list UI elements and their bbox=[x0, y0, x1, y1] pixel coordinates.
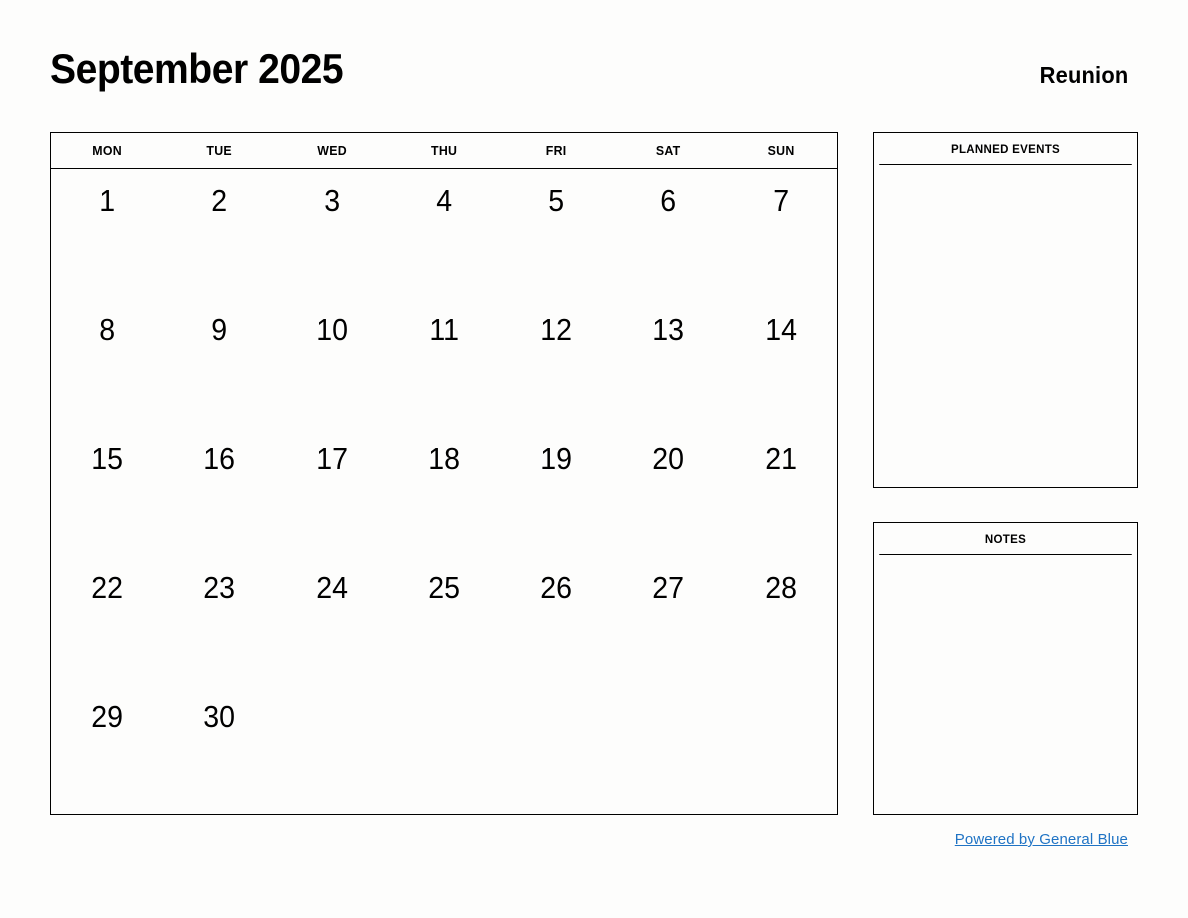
notes-title: NOTES bbox=[879, 523, 1132, 555]
planned-events-panel: PLANNED EVENTS bbox=[873, 132, 1138, 488]
weekday-header-sat: SAT bbox=[656, 143, 681, 158]
day-cell[interactable]: 11 bbox=[392, 298, 495, 427]
day-cell[interactable]: 27 bbox=[617, 556, 720, 685]
day-cell-empty bbox=[617, 685, 720, 814]
week-row: 29 30 bbox=[51, 685, 837, 814]
day-cell[interactable]: 30 bbox=[168, 685, 271, 814]
weekday-header-mon: MON bbox=[92, 143, 122, 158]
day-cell[interactable]: 25 bbox=[392, 556, 495, 685]
day-cell[interactable]: 20 bbox=[617, 427, 720, 556]
calendar-weeks: 1 2 3 4 5 6 7 8 9 10 11 12 13 14 15 16 1… bbox=[51, 169, 837, 814]
day-cell[interactable]: 18 bbox=[392, 427, 495, 556]
planned-events-title: PLANNED EVENTS bbox=[879, 133, 1132, 165]
day-cell[interactable]: 10 bbox=[280, 298, 383, 427]
powered-by-link[interactable]: Powered by General Blue bbox=[955, 831, 1128, 848]
footer: Powered by General Blue bbox=[873, 831, 1128, 849]
day-cell-empty bbox=[280, 685, 383, 814]
day-cell[interactable]: 7 bbox=[729, 169, 832, 298]
notes-panel: NOTES bbox=[873, 522, 1138, 815]
day-cell-empty bbox=[729, 685, 832, 814]
page-header: September 2025 Reunion bbox=[50, 48, 1128, 110]
day-cell[interactable]: 21 bbox=[729, 427, 832, 556]
weekday-header-tue: TUE bbox=[206, 143, 233, 158]
day-cell[interactable]: 4 bbox=[392, 169, 495, 298]
weekday-header-fri: FRI bbox=[545, 143, 567, 158]
page-title: September 2025 bbox=[50, 45, 344, 92]
day-cell[interactable]: 16 bbox=[168, 427, 271, 556]
weekday-header-row: MON TUE WED THU FRI SAT SUN bbox=[51, 133, 837, 169]
week-row: 15 16 17 18 19 20 21 bbox=[51, 427, 837, 556]
day-cell[interactable]: 15 bbox=[55, 427, 158, 556]
day-cell[interactable]: 29 bbox=[55, 685, 158, 814]
planned-events-body[interactable] bbox=[874, 165, 1137, 487]
day-cell-empty bbox=[392, 685, 495, 814]
day-cell[interactable]: 13 bbox=[617, 298, 720, 427]
day-cell[interactable]: 26 bbox=[505, 556, 608, 685]
day-cell[interactable]: 12 bbox=[505, 298, 608, 427]
day-cell[interactable]: 1 bbox=[55, 169, 158, 298]
day-cell[interactable]: 24 bbox=[280, 556, 383, 685]
day-cell[interactable]: 17 bbox=[280, 427, 383, 556]
location-title: Reunion bbox=[1039, 62, 1128, 88]
day-cell-empty bbox=[505, 685, 608, 814]
day-cell[interactable]: 19 bbox=[505, 427, 608, 556]
day-cell[interactable]: 28 bbox=[729, 556, 832, 685]
day-cell[interactable]: 9 bbox=[168, 298, 271, 427]
day-cell[interactable]: 14 bbox=[729, 298, 832, 427]
weekday-header-sun: SUN bbox=[767, 143, 795, 158]
day-cell[interactable]: 5 bbox=[505, 169, 608, 298]
week-row: 1 2 3 4 5 6 7 bbox=[51, 169, 837, 298]
day-cell[interactable]: 6 bbox=[617, 169, 720, 298]
weekday-header-thu: THU bbox=[430, 143, 458, 158]
day-cell[interactable]: 2 bbox=[168, 169, 271, 298]
calendar-grid: MON TUE WED THU FRI SAT SUN 1 2 3 4 5 6 … bbox=[50, 132, 838, 815]
day-cell[interactable]: 3 bbox=[280, 169, 383, 298]
week-row: 22 23 24 25 26 27 28 bbox=[51, 556, 837, 685]
weekday-header-wed: WED bbox=[316, 143, 347, 158]
day-cell[interactable]: 22 bbox=[55, 556, 158, 685]
week-row: 8 9 10 11 12 13 14 bbox=[51, 298, 837, 427]
day-cell[interactable]: 23 bbox=[168, 556, 271, 685]
notes-body[interactable] bbox=[874, 555, 1137, 814]
day-cell[interactable]: 8 bbox=[55, 298, 158, 427]
